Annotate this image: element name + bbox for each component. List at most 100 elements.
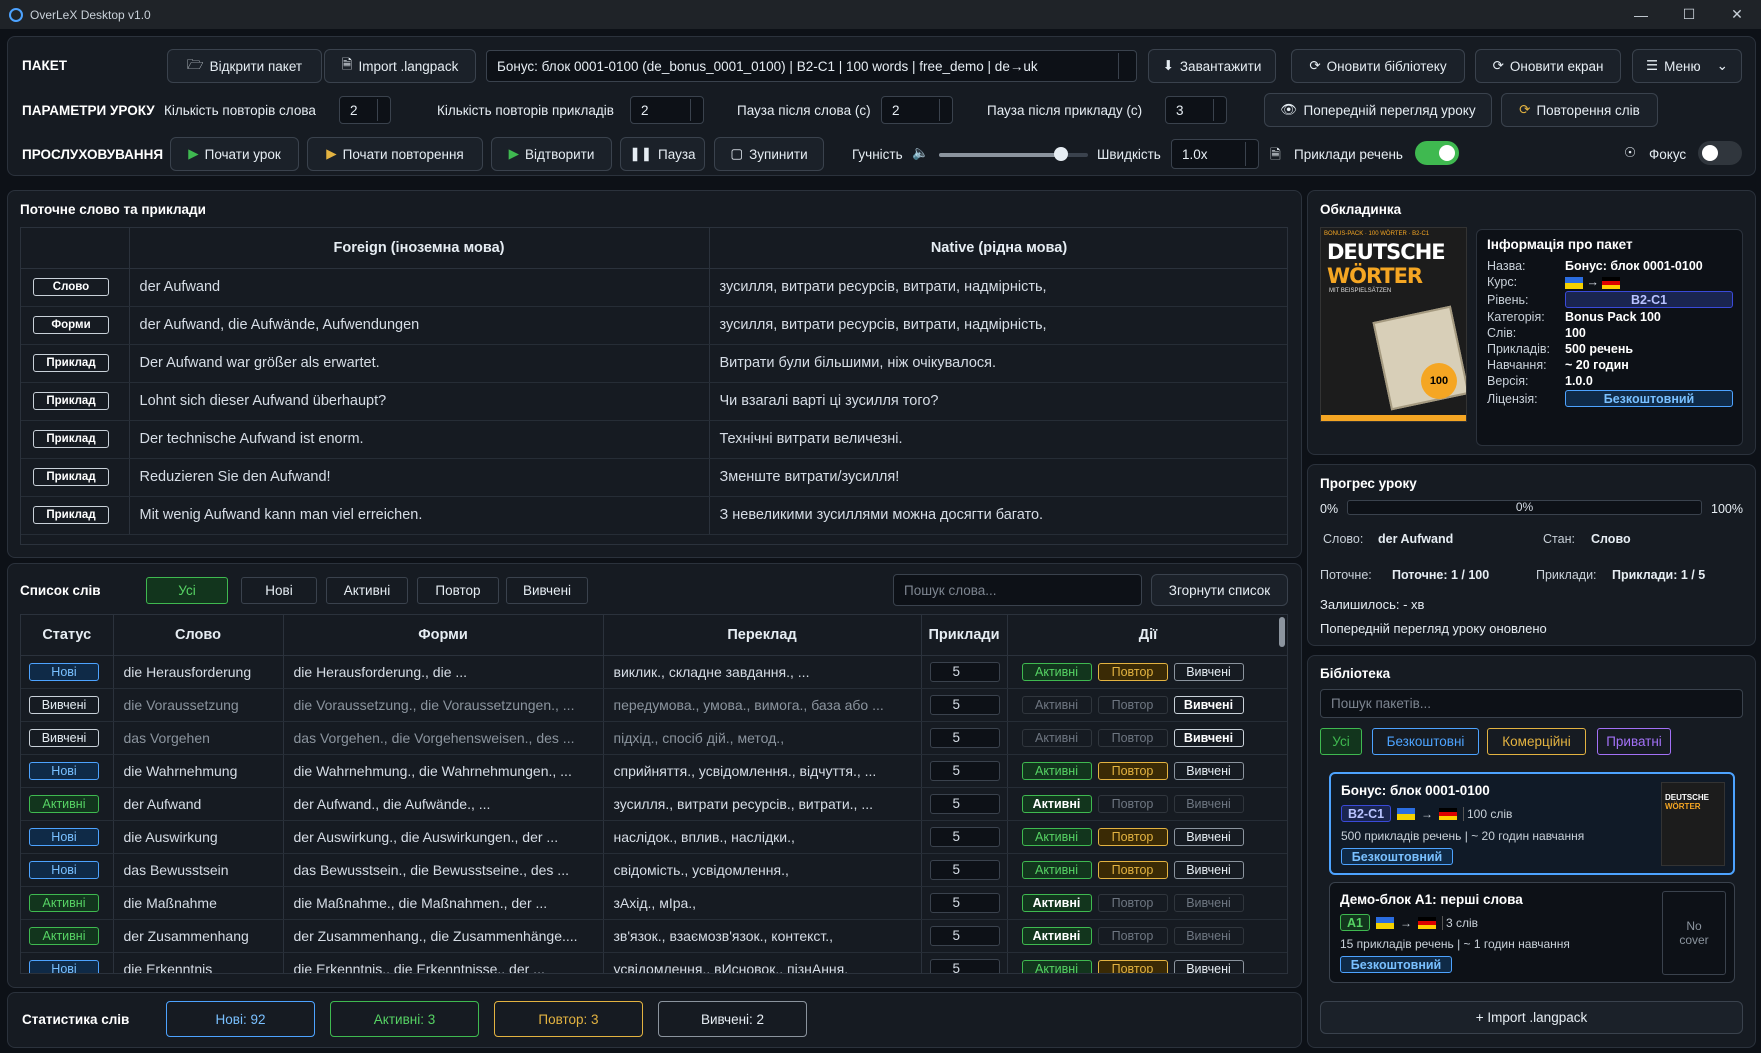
action-button-0[interactable]: Активні [1021, 662, 1092, 681]
speed-spinner[interactable]: 1.0x [1171, 139, 1259, 169]
examples-count-field[interactable]: 5 [929, 892, 1000, 913]
action-button-1[interactable]: Повтор [1097, 761, 1168, 780]
collapse-list-button[interactable]: Згорнути список [1151, 574, 1288, 606]
info-name-value: Бонус: блок 0001-0100 [1565, 259, 1703, 273]
info-license-value: Безкоштовний [1565, 390, 1733, 407]
action-button-2[interactable]: Вивчені [1173, 695, 1244, 714]
table-row[interactable]: Активні die Maßnahme die Maßnahme., die Ma… [21, 886, 1287, 920]
close-icon[interactable]: ✕ [1713, 0, 1761, 29]
action-button-1[interactable]: Повтор [1097, 827, 1168, 846]
stop-button[interactable]: ▢ Зупинити [714, 137, 824, 171]
table-row[interactable]: Активні der Aufwand der Aufwand., die Aufw… [21, 787, 1287, 821]
library-filter-0[interactable]: Усі [1320, 728, 1362, 755]
library-filter-2[interactable]: Комерційні [1487, 728, 1586, 755]
start-repeat-button[interactable]: ▶ Почати повторення [307, 137, 483, 171]
maximize-icon[interactable]: ☐ [1665, 0, 1713, 29]
action-button-1[interactable]: Повтор [1097, 926, 1168, 945]
examples-count-field[interactable]: 5 [929, 958, 1000, 973]
action-button-1[interactable]: Повтор [1097, 662, 1168, 681]
download-button[interactable]: ⬇ Завантажити [1148, 49, 1276, 83]
library-filter-1[interactable]: Безкоштовні [1372, 728, 1479, 755]
word-repeats-spinner[interactable]: 2 [339, 96, 391, 124]
examples-count-field[interactable]: 5 [929, 793, 1000, 814]
table-row[interactable]: Активні der Zusammenhang der Zusammenhang.… [21, 919, 1287, 953]
action-button-1[interactable]: Повтор [1097, 893, 1168, 912]
examples-count-field[interactable]: 5 [929, 694, 1000, 715]
minimize-icon[interactable]: — [1617, 0, 1665, 29]
action-button-0[interactable]: Активні [1021, 695, 1092, 714]
refresh-screen-button[interactable]: ⟳ Оновити екран [1475, 49, 1621, 83]
table-row[interactable]: Нові die Auswirkung der Auswirkung., die A… [21, 820, 1287, 854]
scrollbar[interactable] [1279, 617, 1285, 647]
pause-word-spinner[interactable]: 2 [881, 96, 953, 124]
examples-count-field[interactable]: 5 [929, 727, 1000, 748]
current-row: Приклад Lohnt sich dieser Aufwand überhau… [21, 382, 1287, 421]
library-search-input[interactable]: Пошук пакетів... [1320, 689, 1743, 718]
action-button-0[interactable]: Активні [1021, 728, 1092, 747]
action-button-0[interactable]: Активні [1021, 827, 1092, 846]
action-button-2[interactable]: Вивчені [1173, 893, 1244, 912]
open-pack-button[interactable]: 🗁 Відкрити пакет [167, 49, 322, 83]
focus-toggle[interactable] [1698, 141, 1742, 165]
filter-tab-0[interactable]: Усі [146, 577, 228, 604]
translation-cell: зв'язок., взаємозв'язок., контекст., [603, 919, 922, 953]
word-search-input[interactable]: Пошук слова... [893, 574, 1142, 606]
action-button-0[interactable]: Активні [1021, 794, 1092, 813]
current-row: Слово der Aufwand зусилля, витрати ресурсі… [21, 268, 1287, 307]
library-card-bonus[interactable]: Бонус: блок 0001-0100 B2-C1 → 100 слів 5… [1329, 772, 1735, 875]
action-button-2[interactable]: Вивчені [1173, 662, 1244, 681]
examples-count-field[interactable]: 5 [929, 826, 1000, 847]
action-button-2[interactable]: Вивчені [1173, 761, 1244, 780]
table-row[interactable]: Вивчені das Vorgehen das Vorgehen., die Vo… [21, 721, 1287, 755]
action-button-2[interactable]: Вивчені [1173, 860, 1244, 879]
card-cover-thumbnail: DEUTSCHE WÖRTER [1661, 782, 1725, 866]
pack-select[interactable]: Бонус: блок 0001-0100 (de_bonus_0001_010… [486, 50, 1137, 82]
action-button-0[interactable]: Активні [1021, 893, 1092, 912]
examples-toggle[interactable] [1415, 141, 1459, 165]
play-button[interactable]: ▶ Відтворити [491, 137, 612, 171]
action-button-0[interactable]: Активні [1021, 860, 1092, 879]
table-row[interactable]: Нові die Herausforderung die Herausforderu… [21, 655, 1287, 689]
tag-cell: Слово [21, 268, 130, 307]
table-row[interactable]: Нові die Erkenntnis die Erkenntnis., die E… [21, 952, 1287, 973]
pause-example-spinner[interactable]: 3 [1165, 96, 1227, 124]
action-button-2[interactable]: Вивчені [1173, 827, 1244, 846]
action-button-0[interactable]: Активні [1021, 926, 1092, 945]
action-button-1[interactable]: Повтор [1097, 794, 1168, 813]
action-button-1[interactable]: Повтор [1097, 860, 1168, 879]
refresh-library-button[interactable]: ⟳ Оновити бібліотеку [1291, 49, 1465, 83]
filter-tab-2[interactable]: Активні [326, 577, 408, 604]
action-button-0[interactable]: Активні [1021, 761, 1092, 780]
table-row[interactable]: Нові die Wahrnehmung die Wahrnehmung., die… [21, 754, 1287, 788]
examples-count-field[interactable]: 5 [929, 859, 1000, 880]
library-import-button[interactable]: + Import .langpack [1320, 1001, 1743, 1034]
pause-button[interactable]: ❚❚ Пауза [620, 137, 705, 171]
action-button-1[interactable]: Повтор [1097, 728, 1168, 747]
action-button-2[interactable]: Вивчені [1173, 794, 1244, 813]
action-button-2[interactable]: Вивчені [1173, 926, 1244, 945]
table-row[interactable]: Нові das Bewusstsein das Bewusstsein., die… [21, 853, 1287, 887]
action-button-1[interactable]: Повтор [1097, 959, 1168, 973]
menu-button[interactable]: ☰ Меню ⌄ [1632, 49, 1742, 83]
filter-tab-4[interactable]: Вивчені [506, 577, 588, 604]
examples-count-field[interactable]: 5 [929, 661, 1000, 682]
filter-tab-1[interactable]: Нові [241, 577, 317, 604]
example-repeats-spinner[interactable]: 2 [630, 96, 704, 124]
examples-count-field[interactable]: 5 [929, 925, 1000, 946]
action-button-2[interactable]: Вивчені [1173, 728, 1244, 747]
start-lesson-label: Почати урок [204, 146, 281, 162]
repeat-words-button[interactable]: ⟳ Повторення слів [1501, 93, 1658, 127]
action-button-1[interactable]: Повтор [1097, 695, 1168, 714]
import-pack-button[interactable]: 🗎 Import .langpack [324, 49, 476, 83]
preview-lesson-button[interactable]: 👁 Попередній перегляд уроку [1264, 93, 1492, 127]
current-row: Приклад Reduzieren Sie den Aufwand! Зменшт… [21, 458, 1287, 497]
action-button-0[interactable]: Активні [1021, 959, 1092, 973]
examples-count-field[interactable]: 5 [929, 760, 1000, 781]
action-button-2[interactable]: Вивчені [1173, 959, 1244, 973]
filter-tab-3[interactable]: Повтор [417, 577, 499, 604]
start-lesson-button[interactable]: ▶ Почати урок [170, 137, 299, 171]
library-filter-3[interactable]: Приватні [1597, 728, 1671, 755]
library-card-demo[interactable]: Демо-блок A1: перші слова A1 → 3 слів 15… [1329, 882, 1735, 983]
volume-slider[interactable] [939, 147, 1088, 161]
table-row[interactable]: Вивчені die Voraussetzung die Voraussetzun… [21, 688, 1287, 722]
